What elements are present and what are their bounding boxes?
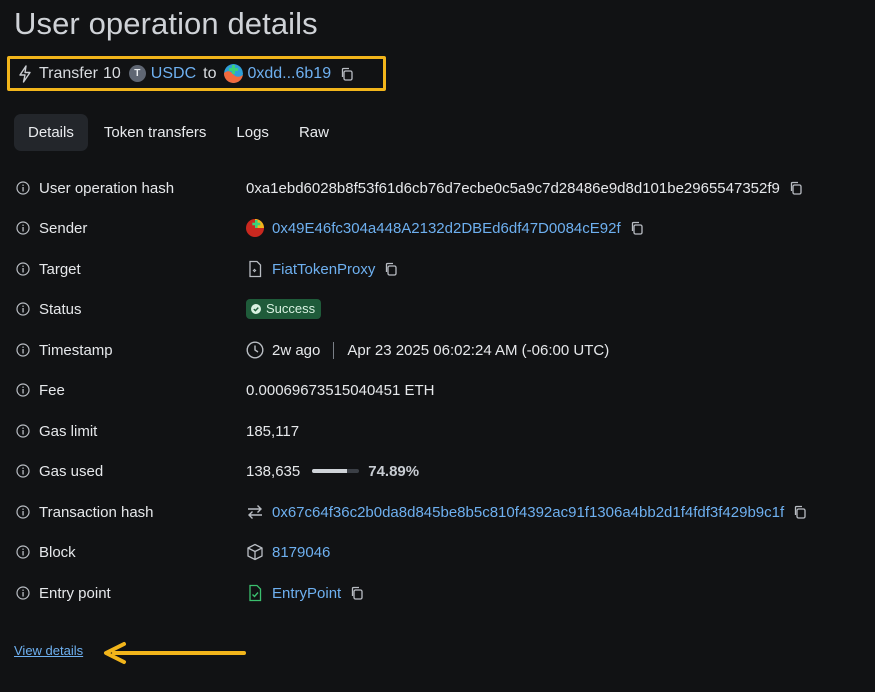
tab-details[interactable]: Details xyxy=(14,114,88,151)
gas-limit-value: 185,117 xyxy=(246,422,300,440)
summary-to: to xyxy=(203,64,217,82)
row-status: Status Success xyxy=(0,289,875,329)
bolt-icon xyxy=(18,64,32,83)
copy-icon[interactable] xyxy=(384,262,398,276)
tx-hash-link[interactable]: 0x67c64f36c2b0da8d845be8b5c810f4392ac91f… xyxy=(272,504,784,521)
row-label: Transaction hash xyxy=(39,503,154,521)
info-icon[interactable] xyxy=(16,424,30,438)
block-link[interactable]: 8179046 xyxy=(272,544,330,561)
status-badge: Success xyxy=(246,299,322,319)
row-label: Status xyxy=(39,300,82,318)
transfer-icon xyxy=(246,503,264,521)
summary-amount: 10 xyxy=(102,64,121,82)
row-fee: Fee 0.00069673515040451 ETH xyxy=(0,370,875,410)
copy-icon[interactable] xyxy=(350,586,364,600)
timestamp-relative: 2w ago xyxy=(272,341,321,359)
row-label: Sender xyxy=(39,219,88,237)
copy-icon[interactable] xyxy=(793,505,807,519)
row-block: Block 8179046 xyxy=(0,532,875,572)
row-sender: Sender 0x49E46fc304a448A2132d2DBEd6df47D… xyxy=(0,208,875,248)
clock-icon xyxy=(246,341,264,359)
user-op-hash-value: 0xa1ebd6028b8f53f61d6cb76d7ecbe0c5a9c7d2… xyxy=(246,179,780,197)
info-icon[interactable] xyxy=(16,302,30,316)
sender-link[interactable]: 0x49E46fc304a448A2132d2DBEd6df47D0084cE9… xyxy=(272,220,621,237)
copy-icon[interactable] xyxy=(340,67,354,81)
info-icon[interactable] xyxy=(16,383,30,397)
info-icon[interactable] xyxy=(16,221,30,235)
row-user-operation-hash: User operation hash 0xa1ebd6028b8f53f61d… xyxy=(0,168,875,208)
row-label: Block xyxy=(39,543,76,561)
gas-usage-bar xyxy=(312,469,360,473)
check-circle-icon xyxy=(251,303,261,314)
page-title: User operation details xyxy=(14,6,318,41)
row-gas-limit: Gas limit 185,117 xyxy=(0,411,875,451)
token-icon: T xyxy=(128,65,146,82)
row-gas-used: Gas used 138,635 74.89% xyxy=(0,451,875,491)
copy-icon[interactable] xyxy=(789,181,803,195)
row-label: Entry point xyxy=(39,584,111,602)
status-text: Success xyxy=(266,301,316,316)
target-link[interactable]: FiatTokenProxy xyxy=(272,261,375,278)
row-label: Target xyxy=(39,260,81,278)
recipient-link[interactable]: 0xdd...6b19 xyxy=(247,65,331,83)
summary-action: Transfer xyxy=(39,64,98,82)
row-label: User operation hash xyxy=(39,179,175,197)
tab-bar: Details Token transfers Logs Raw xyxy=(14,114,345,151)
avatar-icon xyxy=(246,219,264,237)
contract-icon xyxy=(246,260,264,278)
tab-logs[interactable]: Logs xyxy=(222,114,283,151)
info-icon[interactable] xyxy=(16,464,30,478)
entry-point-link[interactable]: EntryPoint xyxy=(272,585,341,602)
info-icon[interactable] xyxy=(16,343,30,357)
arrow-left-icon xyxy=(104,642,246,664)
info-icon[interactable] xyxy=(16,505,30,519)
row-label: Timestamp xyxy=(39,341,113,359)
row-transaction-hash: Transaction hash 0x67c64f36c2b0da8d845be… xyxy=(0,492,875,532)
cube-icon xyxy=(246,543,264,561)
info-icon[interactable] xyxy=(16,545,30,559)
info-icon[interactable] xyxy=(16,181,30,195)
tab-token-transfers[interactable]: Token transfers xyxy=(90,114,221,151)
view-details-link[interactable]: View details xyxy=(14,643,83,658)
tab-raw[interactable]: Raw xyxy=(285,114,343,151)
operation-summary: Transfer 10 T USDC to 0xdd...6b19 xyxy=(7,56,386,91)
divider xyxy=(333,341,335,359)
avatar-icon xyxy=(224,64,244,83)
token-link[interactable]: USDC xyxy=(151,65,196,83)
info-icon[interactable] xyxy=(16,586,30,600)
info-icon[interactable] xyxy=(16,262,30,276)
gas-usage-fill xyxy=(312,469,348,473)
row-label: Fee xyxy=(39,381,65,399)
row-label: Gas used xyxy=(39,462,104,480)
verified-contract-icon xyxy=(246,584,264,602)
copy-icon[interactable] xyxy=(630,221,644,235)
row-target: Target FiatTokenProxy xyxy=(0,249,875,289)
row-entry-point: Entry point EntryPoint xyxy=(0,573,875,613)
row-label: Gas limit xyxy=(39,422,98,440)
fee-value: 0.00069673515040451 ETH xyxy=(246,381,435,399)
row-timestamp: Timestamp 2w ago Apr 23 2025 06:02:24 AM… xyxy=(0,330,875,370)
gas-used-value: 138,635 xyxy=(246,462,301,480)
timestamp-absolute: Apr 23 2025 06:02:24 AM (-06:00 UTC) xyxy=(347,341,610,359)
gas-used-percent: 74.89% xyxy=(368,462,420,480)
